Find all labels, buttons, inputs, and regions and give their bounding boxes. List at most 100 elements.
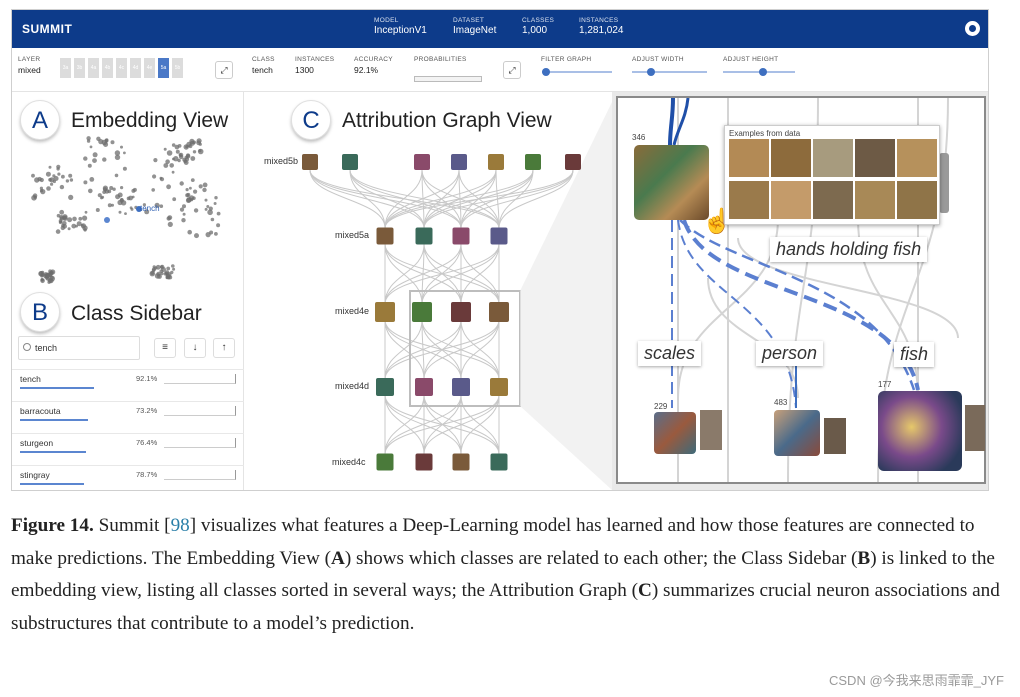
neuron-node[interactable] (488, 154, 504, 170)
embedding-point[interactable] (152, 174, 157, 179)
embedding-point[interactable] (159, 176, 163, 180)
embedding-point[interactable] (182, 212, 186, 216)
embedding-point[interactable] (169, 163, 174, 168)
embedding-point[interactable] (67, 227, 71, 231)
embedding-point[interactable] (210, 217, 215, 222)
embedding-point[interactable] (179, 207, 185, 212)
embedding-point[interactable] (208, 206, 213, 211)
embedding-point[interactable] (55, 229, 61, 234)
embedding-point[interactable] (40, 189, 46, 195)
embedding-point[interactable] (149, 270, 156, 277)
adjust-height-slider[interactable] (723, 68, 795, 76)
embedding-point[interactable] (204, 207, 208, 211)
embedding-point[interactable] (31, 173, 35, 178)
embedding-point[interactable] (61, 174, 65, 179)
embedding-point[interactable] (61, 223, 65, 228)
embedding-point[interactable] (192, 150, 197, 154)
embedding-point[interactable] (114, 154, 121, 160)
embedding-point[interactable] (65, 179, 70, 183)
embedding-point[interactable] (86, 139, 91, 143)
neuron-node[interactable] (302, 154, 318, 170)
neuron-feature-vis[interactable] (878, 391, 962, 471)
embedding-point[interactable] (186, 197, 192, 203)
embedding-point[interactable] (117, 192, 123, 198)
embedding-point[interactable] (84, 210, 88, 214)
embedding-point[interactable] (172, 267, 176, 271)
embedding-point[interactable] (131, 195, 135, 199)
embedding-point[interactable] (185, 188, 189, 192)
embedding-point[interactable] (89, 145, 93, 149)
neuron-node[interactable] (452, 453, 470, 471)
embedding-point[interactable] (182, 204, 186, 209)
embedding-point[interactable] (189, 186, 192, 190)
embedding-point[interactable] (119, 198, 125, 203)
embedding-point[interactable] (107, 203, 112, 208)
embedding-point[interactable] (204, 198, 208, 202)
layer-button[interactable]: 4c (116, 58, 127, 78)
embedding-point[interactable] (166, 184, 172, 190)
class-row[interactable]: tench 92.1% (12, 369, 244, 401)
embedding-point[interactable] (185, 145, 189, 149)
embedding-point[interactable] (78, 216, 83, 221)
caption-citation-link[interactable]: 98 (171, 515, 190, 536)
embedding-point[interactable] (88, 188, 93, 194)
embedding-point[interactable] (171, 264, 175, 268)
layer-button[interactable]: 4b (102, 58, 113, 78)
embedding-point[interactable] (103, 142, 109, 147)
embedding-point[interactable] (159, 204, 164, 208)
embedding-point[interactable] (181, 218, 186, 223)
embedding-point[interactable] (157, 274, 162, 279)
embedding-point[interactable] (49, 275, 55, 282)
embedding-point[interactable] (120, 145, 123, 149)
embedding-point[interactable] (59, 220, 62, 224)
embedding-point[interactable] (178, 153, 182, 157)
embedding-point[interactable] (213, 202, 217, 205)
adjust-width-slider[interactable] (632, 68, 707, 76)
embedding-point[interactable] (171, 170, 175, 174)
embedding-point[interactable] (109, 186, 114, 190)
embedding-point[interactable] (69, 178, 74, 182)
embedding-point[interactable] (172, 197, 177, 202)
slider-knob[interactable] (758, 68, 767, 76)
embedding-point[interactable] (101, 195, 105, 199)
slider-knob[interactable] (541, 68, 550, 76)
embedding-point[interactable] (114, 173, 119, 178)
neuron-node[interactable] (451, 302, 471, 322)
embedding-point[interactable] (92, 152, 98, 158)
arrow-up-icon[interactable]: ↑ (213, 338, 235, 358)
embedding-point[interactable] (72, 216, 77, 222)
neuron-node[interactable] (490, 378, 508, 396)
probabilities-bar[interactable] (414, 76, 482, 82)
embedding-point[interactable] (47, 280, 51, 284)
neuron-node[interactable] (489, 302, 509, 322)
embedding-point[interactable] (194, 233, 199, 239)
neuron-node[interactable] (375, 302, 395, 322)
layer-button[interactable]: 5b (172, 58, 183, 78)
embedding-point[interactable] (50, 182, 54, 186)
embedding-point[interactable] (130, 207, 134, 211)
embedding-point[interactable] (124, 212, 127, 215)
embedding-point[interactable] (102, 190, 107, 194)
embedding-point[interactable] (152, 265, 156, 269)
arrow-down-icon[interactable]: ↓ (184, 338, 206, 358)
neuron-node[interactable] (414, 154, 430, 170)
embedding-point[interactable] (193, 208, 199, 213)
embedding-point[interactable] (172, 157, 175, 161)
embedding-point[interactable] (67, 217, 73, 223)
embedding-point[interactable] (118, 210, 122, 214)
neuron-node[interactable] (412, 302, 432, 322)
embedding-point[interactable] (197, 148, 204, 155)
embedding-point[interactable] (163, 147, 167, 151)
embedding-point[interactable] (89, 177, 95, 182)
embedding-point[interactable] (122, 166, 127, 171)
embedding-point[interactable] (45, 171, 51, 177)
embedding-point[interactable] (62, 215, 68, 221)
embedding-point[interactable] (40, 274, 44, 278)
layer-button[interactable]: 3a (60, 58, 71, 78)
attribution-graph-edges[interactable] (244, 92, 612, 491)
embedding-point[interactable] (198, 184, 203, 189)
embedding-point[interactable] (163, 163, 169, 168)
neuron-node[interactable] (490, 453, 508, 471)
neuron-node[interactable] (565, 154, 581, 170)
embedding-point[interactable] (46, 186, 51, 191)
